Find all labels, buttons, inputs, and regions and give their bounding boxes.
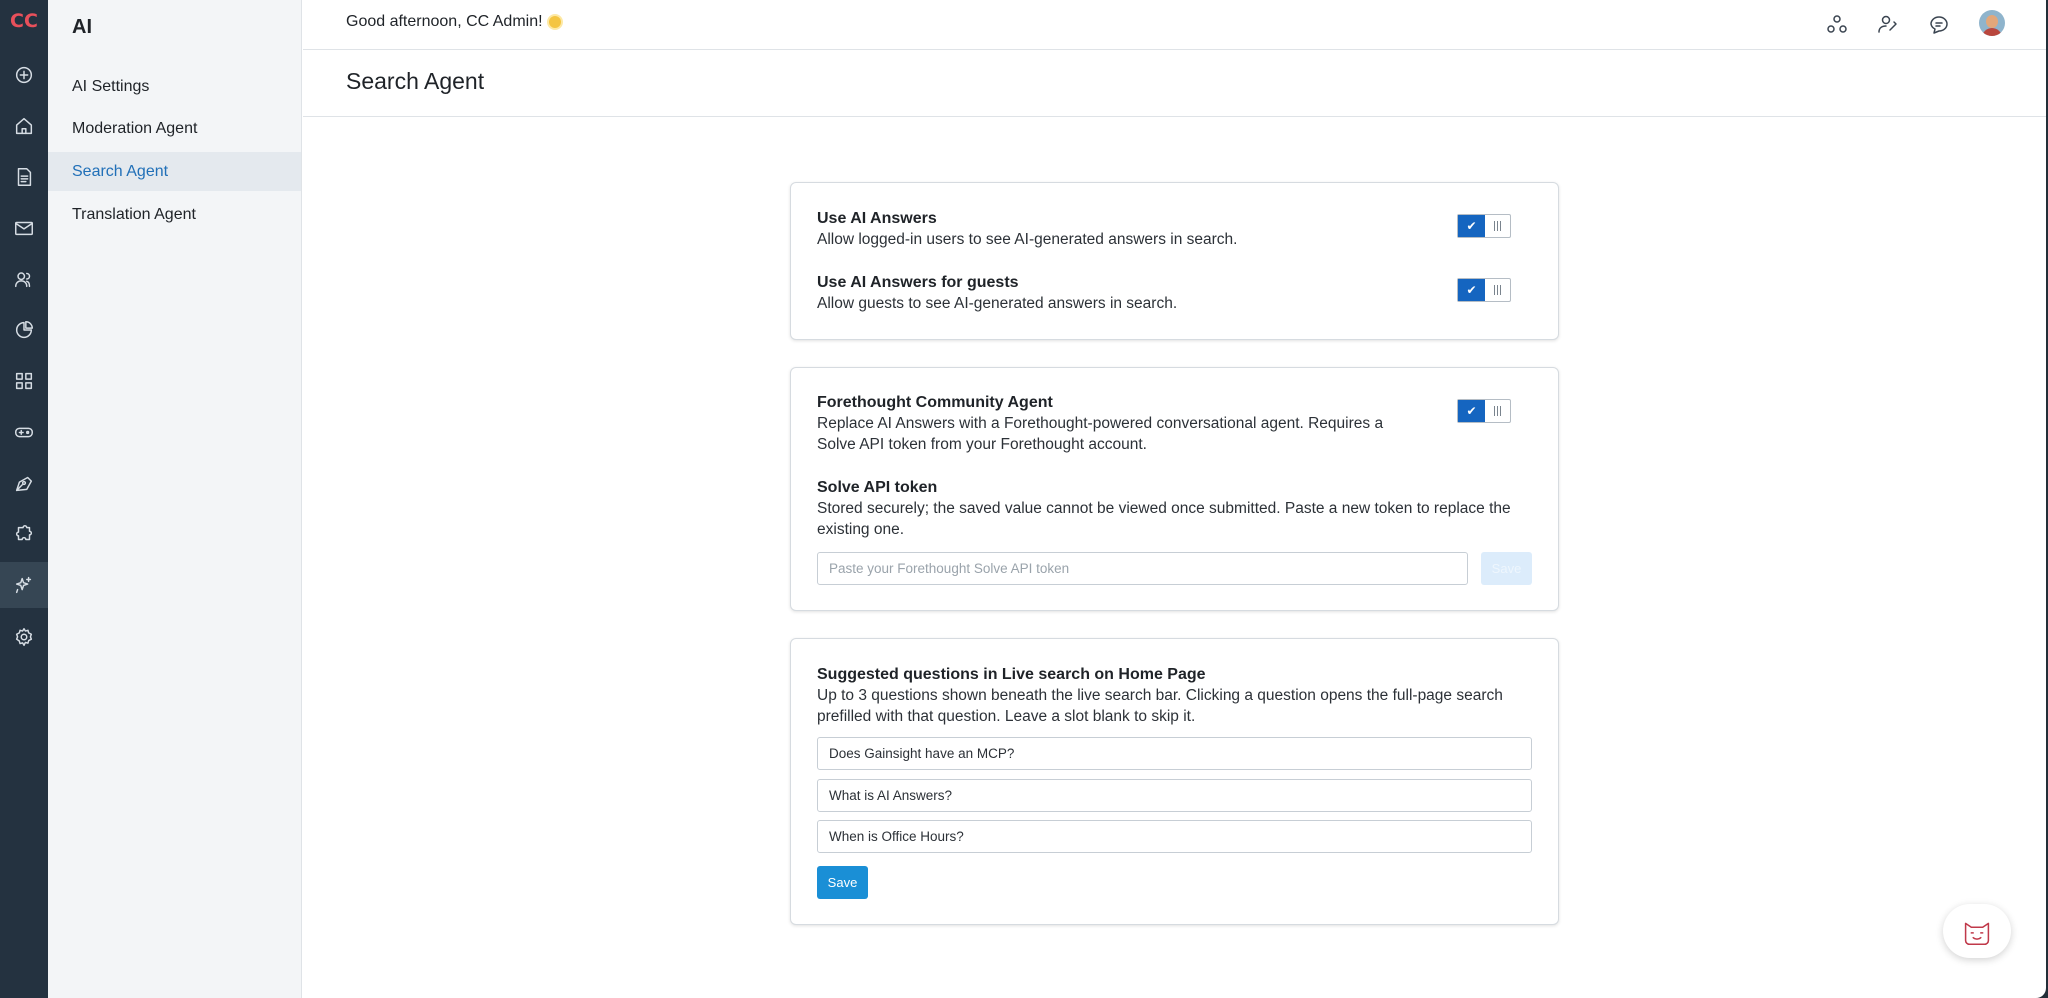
use-ai-answers-guests-label: Use AI Answers for guests	[817, 274, 1019, 291]
cat-bot-icon	[1964, 922, 1990, 946]
chatbot-launcher[interactable]	[1943, 904, 2011, 958]
checkmark-icon: ✔	[1458, 279, 1485, 301]
suggested-question-3-input[interactable]	[817, 820, 1532, 853]
suggested-questions-card: Suggested questions in Live search on Ho…	[790, 638, 1559, 925]
suggested-question-1-input[interactable]	[817, 737, 1532, 770]
suggested-question-2-input[interactable]	[817, 779, 1532, 812]
sidebar-item-search-agent[interactable]: Search Agent	[48, 152, 301, 191]
toggle-handle	[1485, 400, 1510, 422]
document-icon[interactable]	[0, 154, 48, 200]
community-icon[interactable]	[1824, 11, 1850, 37]
page-header: Search Agent	[303, 51, 2046, 117]
forethought-agent-description-line2: Solve API token from your Forethought ac…	[817, 436, 1147, 453]
forethought-agent-description-line1: Replace AI Answers with a Forethought-po…	[817, 415, 1384, 432]
toggle-handle	[1485, 215, 1510, 237]
solve-api-token-label: Solve API token	[817, 479, 938, 496]
users-icon[interactable]	[0, 256, 48, 302]
sidebar-item-translation-agent[interactable]: Translation Agent	[48, 195, 301, 234]
app-logo[interactable]: CC	[0, 10, 48, 32]
gamepad-icon[interactable]	[0, 409, 48, 455]
forethought-card: Forethought Community Agent Replace AI A…	[790, 367, 1559, 611]
greeting-text: Good afternoon, CC Admin!	[346, 13, 543, 30]
sidebar-title: AI	[72, 16, 92, 38]
suggested-questions-label: Suggested questions in Live search on Ho…	[817, 666, 1206, 683]
top-bar: Good afternoon, CC Admin!	[303, 0, 2046, 50]
mail-icon[interactable]	[0, 205, 48, 251]
use-ai-answers-label: Use AI Answers	[817, 210, 937, 227]
apps-grid-icon[interactable]	[0, 358, 48, 404]
add-circle-icon[interactable]	[0, 52, 48, 98]
home-icon[interactable]	[0, 103, 48, 149]
solve-api-token-input[interactable]	[817, 552, 1468, 585]
solve-api-token-description-line2: existing one.	[817, 521, 905, 538]
pen-icon[interactable]	[0, 460, 48, 506]
use-ai-answers-description: Allow logged-in users to see AI-generate…	[817, 231, 1238, 248]
checkmark-icon: ✔	[1458, 215, 1485, 237]
use-ai-answers-guests-toggle[interactable]: ✔	[1457, 278, 1511, 302]
avatar[interactable]	[1979, 10, 2005, 36]
sidebar-item-ai-settings[interactable]: AI Settings	[48, 67, 301, 106]
suggested-questions-description-line2: prefilled with that question. Leave a sl…	[817, 708, 1196, 725]
chat-icon[interactable]	[1926, 11, 1952, 37]
icon-rail: CC	[0, 0, 48, 998]
forethought-agent-toggle[interactable]: ✔	[1457, 399, 1511, 423]
greeting: Good afternoon, CC Admin!	[346, 13, 561, 31]
puzzle-icon[interactable]	[0, 511, 48, 557]
use-ai-answers-toggle[interactable]: ✔	[1457, 214, 1511, 238]
suggested-questions-description-line1: Up to 3 questions shown beneath the live…	[817, 687, 1503, 704]
checkmark-icon: ✔	[1458, 400, 1485, 422]
use-ai-answers-guests-description: Allow guests to see AI-generated answers…	[817, 295, 1178, 312]
analytics-icon[interactable]	[0, 307, 48, 353]
ai-answers-card: Use AI Answers Allow logged-in users to …	[790, 182, 1559, 340]
sun-icon	[548, 16, 561, 28]
settings-icon[interactable]	[0, 614, 48, 660]
toggle-handle	[1485, 279, 1510, 301]
solve-api-token-description-line1: Stored securely; the saved value cannot …	[817, 500, 1511, 517]
ai-sidebar: AI AI Settings Moderation Agent Search A…	[48, 0, 302, 998]
page-title: Search Agent	[346, 68, 485, 94]
sidebar-item-moderation-agent[interactable]: Moderation Agent	[48, 109, 301, 148]
forethought-agent-label: Forethought Community Agent	[817, 394, 1053, 411]
save-button[interactable]: Save	[817, 866, 868, 899]
ai-sparkle-icon[interactable]	[0, 562, 48, 608]
user-key-icon[interactable]	[1875, 11, 1901, 37]
token-save-button[interactable]: Save	[1481, 552, 1532, 585]
